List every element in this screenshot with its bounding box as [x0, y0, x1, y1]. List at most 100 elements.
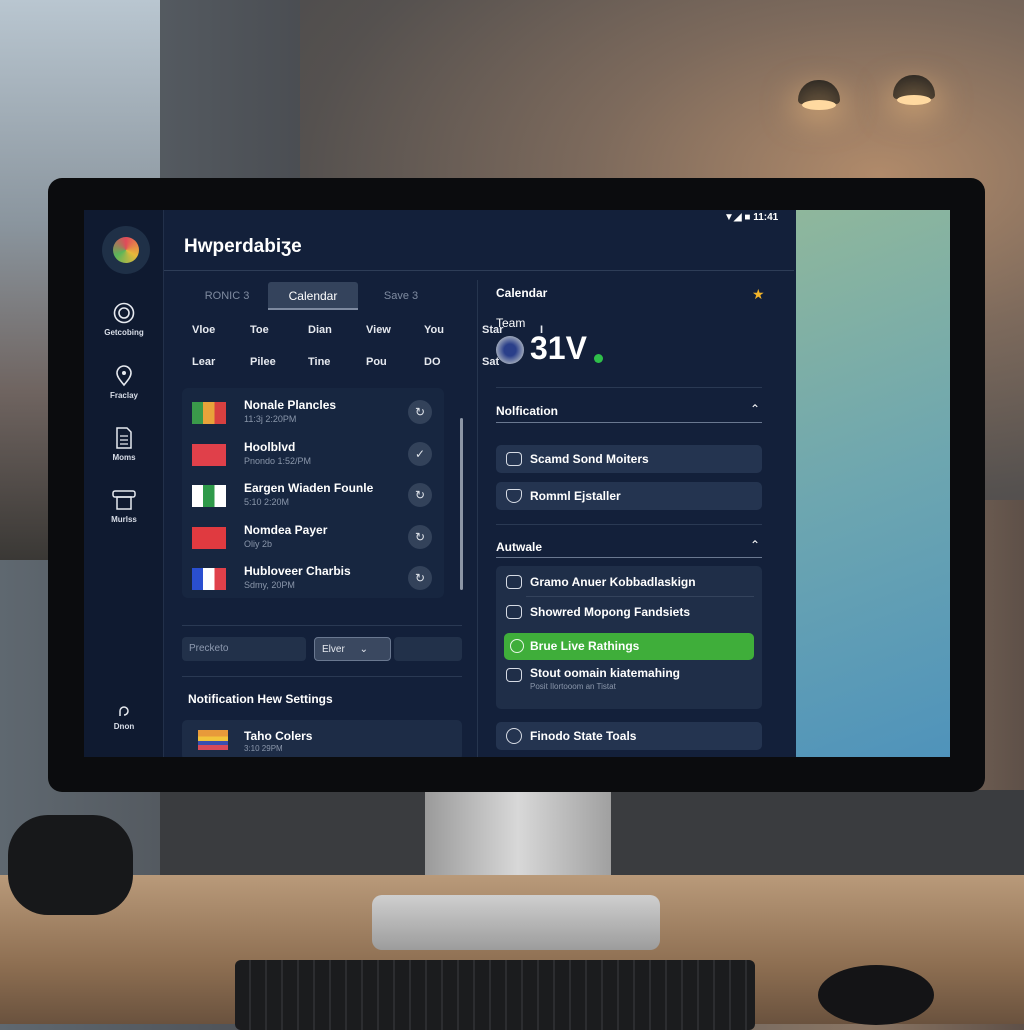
calendar-grid-row: Lear Pilee Tine Pou DO Sat	[192, 356, 540, 368]
sync-icon[interactable]: ↻	[408, 524, 432, 549]
grid-cell[interactable]: Dian	[308, 324, 366, 336]
sidebar-item-1[interactable]: Fraclay	[84, 365, 164, 400]
window-icon	[506, 605, 522, 619]
tab-ronic[interactable]: RONIC 3	[192, 282, 262, 310]
grid-cell[interactable]: Lear	[192, 356, 250, 368]
sidebar-item-0[interactable]: Getcobing	[84, 302, 164, 337]
settings-title: Notification Hew Settings	[188, 692, 333, 706]
flag-icon	[192, 443, 226, 466]
list-item-title: Eargen Wiaden Founle	[244, 481, 374, 495]
footer-item[interactable]: Finodo State Toals	[496, 722, 762, 750]
sidebar-item-3[interactable]: Murlss	[84, 489, 164, 524]
grid-cell[interactable]: Pilee	[250, 356, 308, 368]
sync-icon[interactable]: ↻	[408, 400, 432, 424]
list-item-sub: 11:3j 2:20PM	[244, 414, 297, 424]
tab-save[interactable]: Save 3	[366, 282, 436, 310]
sidebar-item-label: Getcobing	[104, 328, 144, 337]
notification-item[interactable]: Scamd Sond Moiters	[496, 445, 762, 473]
notification-item[interactable]: Romml Ejstaller	[496, 482, 762, 510]
app-screen: Getcobing Fraclay Moms Murlss Dnon Hwper…	[84, 210, 950, 757]
monitor-foot	[372, 895, 660, 950]
flag-icon	[192, 485, 226, 507]
filter-icon	[506, 575, 522, 589]
clock-icon	[506, 728, 522, 744]
list-item-title: Nonale Plancles	[244, 398, 337, 412]
team-label: Team	[496, 316, 526, 330]
refresh-icon	[119, 706, 129, 716]
item-label: Finodo State Toals	[530, 729, 637, 743]
grid-cell[interactable]: You	[424, 324, 482, 336]
checkbox-icon	[506, 452, 522, 466]
header-divider	[164, 270, 794, 271]
item-label: Gramo Anuer Kobbadlaskign	[530, 575, 696, 589]
sidebar-item-2[interactable]: Moms	[84, 427, 164, 462]
highlighted-item[interactable]: Brue Live Rathings	[504, 633, 754, 660]
sidebar-item-label: Moms	[112, 453, 136, 462]
document-icon	[116, 427, 132, 449]
select-value: Elver	[322, 644, 345, 655]
list-item[interactable]: Nomdea Payer Oliy 2b ↻	[192, 521, 432, 561]
list-item[interactable]: Hoolblvd Pnondo 1:52/PM ✓	[192, 438, 432, 478]
grid-cell[interactable]: View	[366, 324, 424, 336]
item-label: Romml Ejstaller	[530, 489, 621, 503]
status-dot	[594, 354, 603, 363]
status-time: 11:41	[753, 212, 779, 223]
app-logo[interactable]	[102, 226, 150, 274]
filter-field[interactable]	[394, 637, 462, 661]
location-pin-icon	[116, 365, 132, 387]
status-bar: ▼◢ ■ 11:41	[724, 212, 778, 223]
divider	[496, 524, 762, 525]
chevron-up-icon[interactable]: ⌃	[750, 402, 760, 416]
printer-icon	[112, 490, 136, 510]
grid-cell[interactable]: Toe	[250, 324, 308, 336]
item-sub: Posit Ilortooom an Tistat	[530, 682, 616, 691]
grid-cell[interactable]: DO	[424, 356, 482, 368]
autwale-item[interactable]: Stout oomain kiatemahing Posit Ilortooom …	[496, 666, 762, 702]
side-gradient-panel	[796, 210, 950, 757]
chevron-up-icon[interactable]: ⌃	[750, 538, 760, 552]
flag-icon	[198, 730, 228, 750]
grid-cell[interactable]: Pou	[366, 356, 424, 368]
divider	[182, 676, 462, 677]
chevron-down-icon: ⌄	[359, 644, 368, 655]
sync-icon[interactable]: ↻	[408, 483, 432, 507]
autwale-item[interactable]: Gramo Anuer Kobbadlaskign	[496, 568, 762, 596]
divider	[496, 422, 762, 423]
sync-icon[interactable]: ↻	[408, 566, 432, 590]
divider	[496, 557, 762, 558]
scrollbar[interactable]	[460, 418, 463, 590]
autwale-section-title: Autwale	[496, 540, 543, 554]
search-input[interactable]: Precketo	[182, 637, 306, 661]
heart-icon	[510, 639, 524, 653]
calendar-label: Calendar	[496, 286, 548, 300]
grid-cell[interactable]: Vloe	[192, 324, 250, 336]
item-label: Scamd Sond Moiters	[530, 452, 649, 466]
list-item-title: Hoolblvd	[244, 439, 296, 454]
list-item-sub: Pnondo 1:52/PM	[244, 455, 312, 466]
divider	[526, 596, 754, 597]
filter-select[interactable]: Elver ⌄	[314, 637, 391, 661]
divider	[182, 625, 462, 626]
star-icon[interactable]: ★	[752, 286, 765, 303]
list-item-sub: Oliy 2b	[244, 538, 273, 549]
shield-icon	[506, 489, 522, 503]
sidebar-item-label: Dnon	[113, 722, 135, 731]
sidebar-item-bottom[interactable]: Dnon	[84, 704, 164, 731]
team-value: 31V	[530, 330, 587, 366]
list-item[interactable]: Hubloveer Charbis Sdmy, 20PM ↻	[192, 562, 432, 602]
mouse	[818, 965, 934, 1025]
list-item-title: Nomdea Payer	[244, 522, 328, 537]
check-icon[interactable]: ✓	[408, 441, 432, 466]
autwale-item[interactable]: Showred Mopong Fandsiets	[496, 598, 762, 626]
grid-cell[interactable]: Tine	[308, 356, 366, 368]
divider	[496, 387, 762, 388]
target-icon	[113, 302, 135, 324]
list-item[interactable]: Nonale Plancles 11:3j 2:20PM ↻	[192, 396, 432, 436]
column-divider	[477, 280, 478, 757]
list-item[interactable]: Eargen Wiaden Founle 5:10 2:20M ↻	[192, 479, 432, 519]
team-avatar	[496, 336, 524, 364]
item-label: Brue Live Rathings	[530, 639, 640, 653]
tab-calendar[interactable]: Calendar	[268, 282, 358, 310]
settings-item[interactable]: Taho Colers 3:10 29PM	[182, 720, 462, 757]
list-item-title: Hubloveer Charbis	[244, 564, 351, 578]
